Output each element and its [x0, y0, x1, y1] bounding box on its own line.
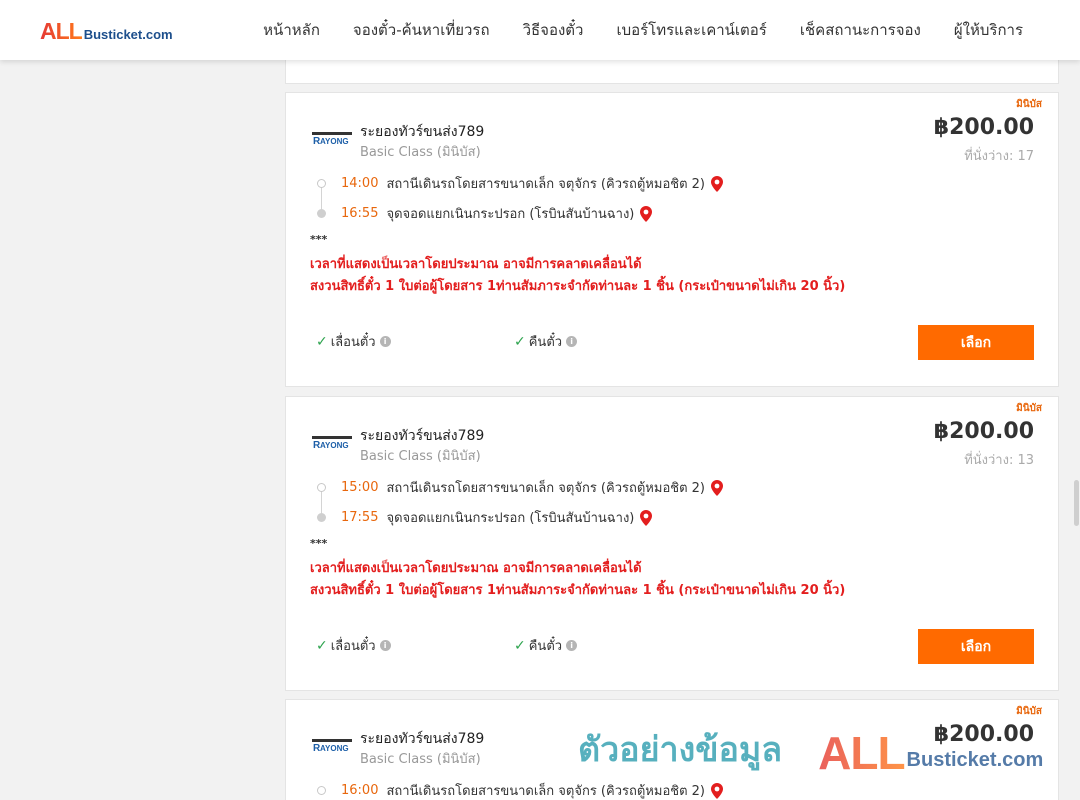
map-pin-icon[interactable]: [711, 175, 723, 192]
operator-name: ระยองทัวร์ขนส่ง789: [360, 428, 485, 444]
arrive-stop: 16:55 จุดจอดแยกเนินกระปรอก (โรบินสันบ้าน…: [341, 203, 653, 224]
nav-book-search[interactable]: จองตั๋ว-ค้นหาเที่ยวรถ: [353, 18, 490, 42]
baggage-policy: สงวนสิทธิ์ตั๋ว 1 ใบต่อผู้โดยสาร 1ท่านสัม…: [310, 583, 846, 598]
trip-card: มินิบัส R AYONG ระยองทัวร์ขนส่ง789 Basic…: [285, 92, 1059, 387]
logo-all: ALL: [40, 18, 83, 44]
site-logo[interactable]: ALL Busticket.com: [40, 18, 173, 45]
svg-text:AYONG: AYONG: [320, 137, 349, 146]
bus-type-badge: มินิบัส: [1016, 403, 1042, 414]
ticket-price: ฿200.00: [933, 419, 1034, 444]
time-disclaimer: เวลาที่แสดงเป็นเวลาโดยประมาณ อาจมีการคลา…: [310, 561, 642, 576]
nav-home[interactable]: หน้าหลัก: [263, 18, 320, 42]
bus-type-badge: มินิบัส: [1016, 99, 1042, 110]
trip-card: มินิบัส R AYONG ระยองทัวร์ขนส่ง789 Basic…: [285, 396, 1059, 691]
main-nav: หน้าหลัก จองตั๋ว-ค้นหาเที่ยวรถ วิธีจองตั…: [263, 0, 1023, 60]
depart-time: 15:00: [341, 480, 379, 495]
map-pin-icon[interactable]: [711, 782, 723, 799]
arrive-dot: [317, 513, 326, 522]
operator-name: ระยองทัวร์ขนส่ง789: [360, 731, 485, 747]
check-icon: ✓: [514, 637, 526, 654]
depart-time: 16:00: [341, 783, 379, 798]
reschedule-label: เลื่อนตั๋ว: [330, 335, 376, 350]
timeline-line: [321, 185, 322, 211]
arrive-dot: [317, 209, 326, 218]
site-header: ALL Busticket.com หน้าหลัก จองตั๋ว-ค้นหา…: [0, 0, 1080, 60]
timeline-line: [321, 489, 322, 515]
info-icon[interactable]: i: [566, 640, 578, 651]
reschedule-feature: ✓ เลื่อนตั๋ว i: [316, 635, 391, 656]
depart-dot: [317, 179, 326, 188]
bus-class: Basic Class (มินิบัส): [360, 449, 481, 464]
bus-class: Basic Class (มินิบัส): [360, 145, 481, 160]
operator-logo: R AYONG: [312, 132, 352, 147]
info-icon[interactable]: i: [379, 336, 391, 347]
info-icon[interactable]: i: [379, 640, 391, 651]
svg-text:AYONG: AYONG: [320, 744, 349, 753]
depart-place: สถานีเดินรถโดยสารขนาดเล็ก จตุจักร (คิวรถ…: [386, 481, 705, 496]
reschedule-feature: ✓ เลื่อนตั๋ว i: [316, 331, 391, 352]
refund-label: คืนตั๋ว: [528, 335, 563, 350]
depart-stop: 15:00 สถานีเดินรถโดยสารขนาดเล็ก จตุจักร …: [341, 477, 723, 498]
refund-feature: ✓ คืนตั๋ว i: [514, 635, 578, 656]
refund-label: คืนตั๋ว: [528, 639, 563, 654]
select-trip-button[interactable]: เลือก: [918, 325, 1034, 360]
arrive-stop: 17:55 จุดจอดแยกเนินกระปรอก (โรบินสันบ้าน…: [341, 507, 653, 528]
arrive-place: จุดจอดแยกเนินกระปรอก (โรบินสันบ้านฉาง): [386, 511, 635, 526]
seats-available: ที่นั่งว่าง: 13: [964, 453, 1034, 468]
logo-domain: Busticket.com: [83, 27, 173, 42]
bus-class: Basic Class (มินิบัส): [360, 752, 481, 767]
depart-dot: [317, 786, 326, 795]
depart-time: 14:00: [341, 176, 379, 191]
svg-text:AYONG: AYONG: [320, 441, 349, 450]
trip-card: มินิบัส R AYONG ระยองทัวร์ขนส่ง789 Basic…: [285, 699, 1059, 800]
operator-logo: R AYONG: [312, 739, 352, 754]
map-pin-icon[interactable]: [711, 479, 723, 496]
depart-stop: 14:00 สถานีเดินรถโดยสารขนาดเล็ก จตุจักร …: [341, 173, 723, 194]
map-pin-icon[interactable]: [640, 205, 653, 222]
note-stars: ***: [310, 537, 328, 550]
select-trip-button[interactable]: เลือก: [918, 629, 1034, 664]
time-disclaimer: เวลาที่แสดงเป็นเวลาโดยประมาณ อาจมีการคลา…: [310, 257, 642, 272]
depart-place: สถานีเดินรถโดยสารขนาดเล็ก จตุจักร (คิวรถ…: [386, 784, 705, 799]
nav-check-status[interactable]: เช็คสถานะการจอง: [800, 18, 921, 42]
nav-how-to-book[interactable]: วิธีจองตั๋ว: [523, 18, 584, 42]
arrive-time: 17:55: [341, 510, 379, 525]
depart-stop: 16:00 สถานีเดินรถโดยสารขนาดเล็ก จตุจักร …: [341, 780, 723, 800]
reschedule-label: เลื่อนตั๋ว: [330, 639, 376, 654]
page-scrollbar[interactable]: [1072, 60, 1080, 800]
operator-name: ระยองทัวร์ขนส่ง789: [360, 124, 485, 140]
check-icon: ✓: [316, 333, 328, 350]
arrive-place: จุดจอดแยกเนินกระปรอก (โรบินสันบ้านฉาง): [386, 207, 635, 222]
check-icon: ✓: [514, 333, 526, 350]
baggage-policy: สงวนสิทธิ์ตั๋ว 1 ใบต่อผู้โดยสาร 1ท่านสัม…: [310, 279, 846, 294]
operator-logo: R AYONG: [312, 436, 352, 451]
refund-feature: ✓ คืนตั๋ว i: [514, 331, 578, 352]
nav-providers[interactable]: ผู้ให้บริการ: [954, 18, 1023, 42]
note-stars: ***: [310, 233, 328, 246]
depart-dot: [317, 483, 326, 492]
check-icon: ✓: [316, 637, 328, 654]
info-icon[interactable]: i: [566, 336, 578, 347]
ticket-price: ฿200.00: [933, 722, 1034, 747]
seats-available: ที่นั่งว่าง: 17: [964, 149, 1034, 164]
bus-type-badge: มินิบัส: [1016, 706, 1042, 717]
depart-place: สถานีเดินรถโดยสารขนาดเล็ก จตุจักร (คิวรถ…: [386, 177, 705, 192]
nav-contacts[interactable]: เบอร์โทรและเคาน์เตอร์: [616, 18, 766, 42]
arrive-time: 16:55: [341, 206, 379, 221]
ticket-price: ฿200.00: [933, 115, 1034, 140]
map-pin-icon[interactable]: [640, 509, 653, 526]
scrollbar-thumb[interactable]: [1074, 480, 1079, 526]
